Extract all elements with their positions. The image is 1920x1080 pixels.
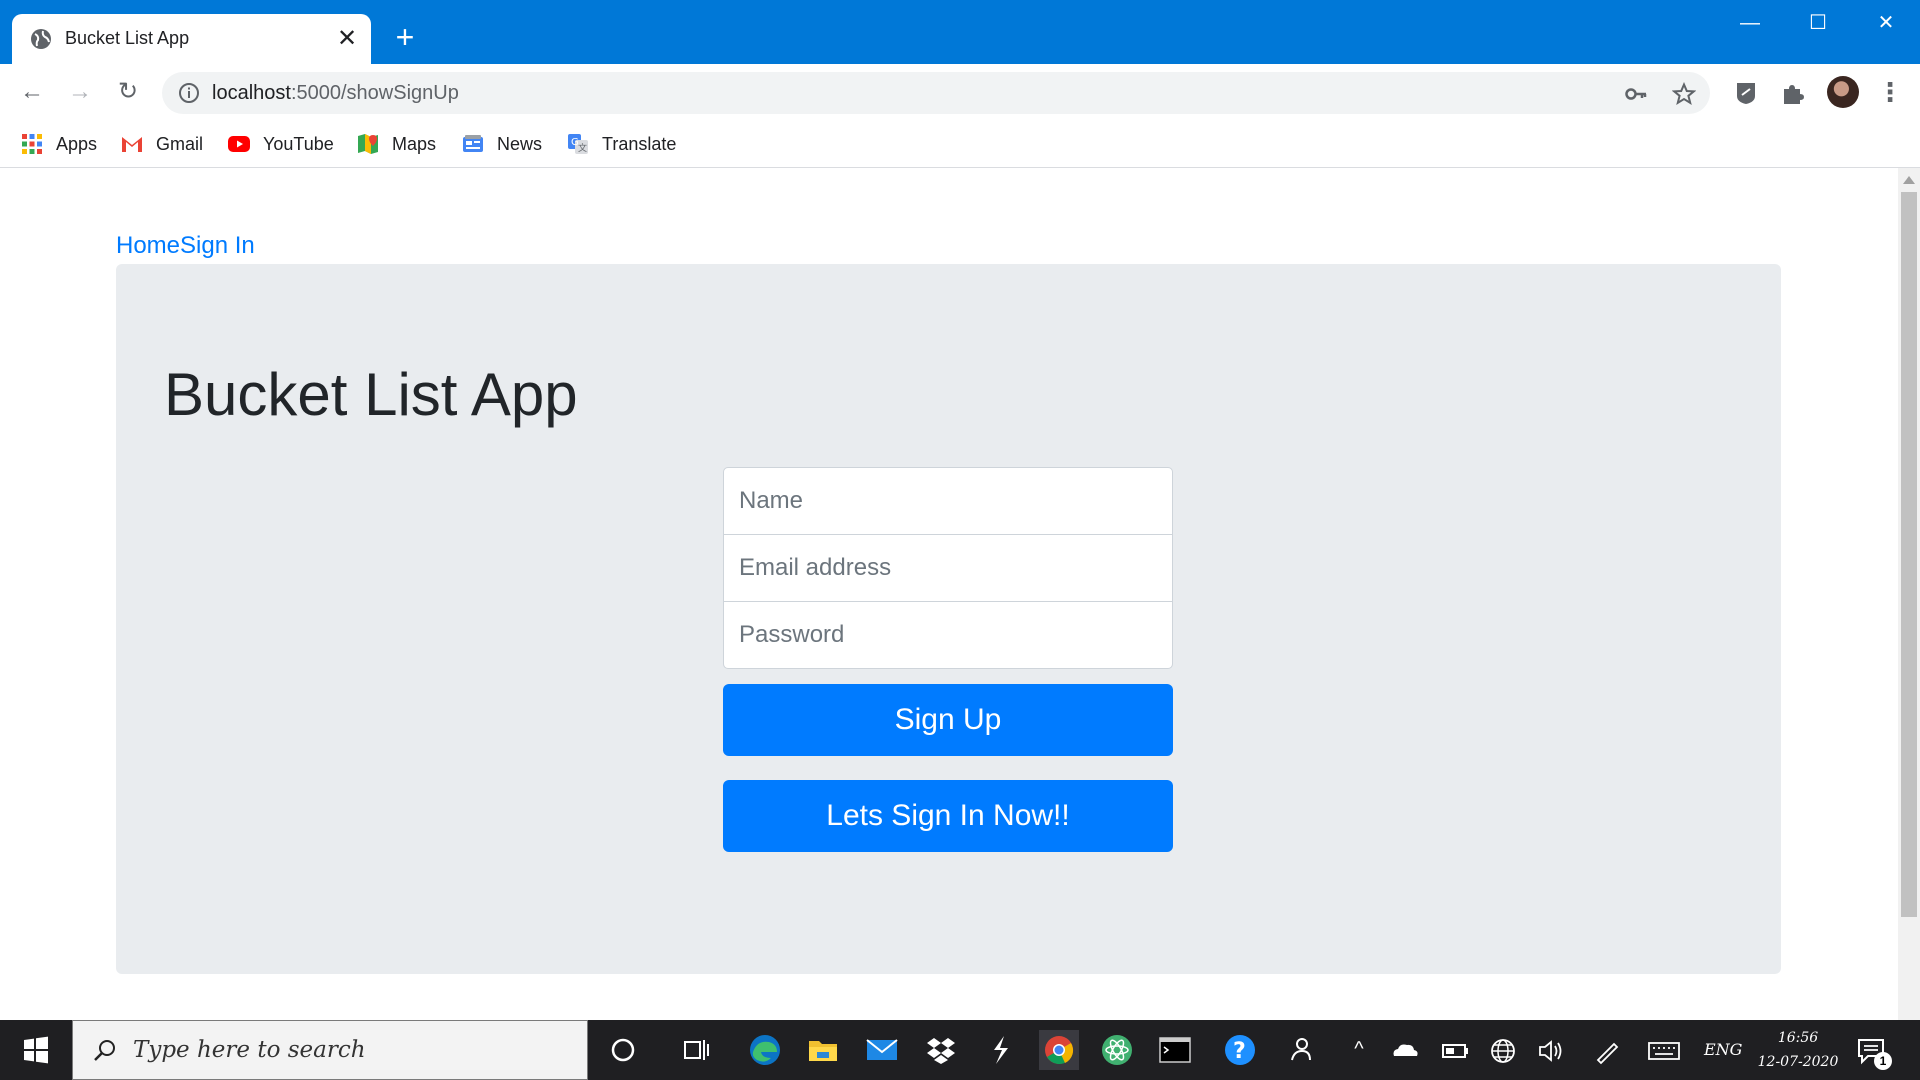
close-window-icon[interactable]: ✕ (1858, 6, 1914, 40)
bookmark-gmail[interactable]: Gmail (120, 130, 203, 158)
news-icon (463, 135, 483, 152)
scroll-up-icon[interactable] (1903, 176, 1915, 184)
system-clock[interactable]: 16:56 12-07-2020 (1754, 1026, 1842, 1074)
reload-icon[interactable]: ↻ (110, 74, 146, 110)
pen-icon[interactable] (1590, 1034, 1624, 1068)
clock-time: 16:56 (1777, 1030, 1819, 1046)
signup-button[interactable]: Sign Up (723, 684, 1173, 756)
profile-avatar[interactable] (1827, 76, 1859, 108)
new-tab-icon[interactable]: + (388, 20, 422, 54)
task-view-icon[interactable] (676, 1030, 716, 1070)
chrome-icon[interactable] (1039, 1030, 1079, 1070)
sublime-icon[interactable] (980, 1030, 1020, 1070)
signup-form: Sign Up Lets Sign In Now!! (723, 467, 1173, 852)
forward-icon[interactable]: → (62, 74, 98, 110)
network-globe-icon[interactable] (1486, 1034, 1520, 1068)
page-viewport: HomeSign In Bucket List App Sign Up Lets… (0, 168, 1898, 1020)
bookmark-apps[interactable]: Apps (20, 130, 97, 158)
tab-close-icon[interactable]: ✕ (333, 25, 361, 53)
bookmark-label: News (497, 133, 543, 154)
edge-icon[interactable] (745, 1030, 785, 1070)
dropbox-icon[interactable] (921, 1030, 961, 1070)
url-host: localhost (212, 82, 291, 104)
windows-taskbar: Type here to search ? ^ ENG 16:56 12-07-… (0, 1020, 1920, 1080)
tab-title: Bucket List App (65, 28, 190, 48)
youtube-icon (228, 136, 250, 152)
windows-start-icon[interactable] (0, 1020, 72, 1080)
help-icon[interactable]: ? (1220, 1030, 1260, 1070)
clock-date: 12-07-2020 (1757, 1054, 1839, 1070)
signin-now-button[interactable]: Lets Sign In Now!! (723, 780, 1173, 852)
onedrive-icon[interactable] (1388, 1034, 1422, 1068)
page-title: Bucket List App (164, 361, 578, 428)
menu-kebab-icon[interactable]: ⋮ (1872, 74, 1908, 110)
bookmark-label: Apps (56, 133, 98, 154)
star-icon[interactable] (1672, 82, 1696, 106)
bookmark-label: YouTube (263, 133, 334, 154)
volume-icon[interactable] (1534, 1034, 1568, 1068)
browser-titlebar: Bucket List App ✕ + — ☐ ✕ (0, 0, 1920, 64)
atom-icon[interactable] (1097, 1030, 1137, 1070)
extensions-puzzle-icon[interactable] (1780, 80, 1806, 106)
mail-icon[interactable] (862, 1030, 902, 1070)
terminal-icon[interactable] (1155, 1030, 1195, 1070)
maps-icon (358, 134, 378, 154)
nav-home-link[interactable]: Home (116, 232, 180, 259)
taskbar-search-placeholder: Type here to search (133, 1037, 366, 1063)
battery-icon[interactable] (1438, 1034, 1472, 1068)
taskbar-search[interactable]: Type here to search (72, 1020, 588, 1080)
language-indicator[interactable]: ENG (1704, 1040, 1742, 1059)
browser-tab[interactable]: Bucket List App ✕ (12, 14, 371, 64)
bookmark-label: Gmail (156, 133, 204, 154)
svg-text:?: ? (1233, 1039, 1246, 1064)
jumbotron: Bucket List App Sign Up Lets Sign In Now… (116, 264, 1781, 974)
search-icon (94, 1040, 115, 1061)
nav-signin-link[interactable]: Sign In (180, 232, 255, 259)
back-icon[interactable]: ← (14, 74, 50, 110)
keyboard-icon[interactable] (1646, 1034, 1682, 1068)
address-bar[interactable]: localhost:5000/showSignUp (162, 72, 1710, 114)
apps-grid-icon (22, 134, 42, 154)
file-explorer-icon[interactable] (803, 1030, 843, 1070)
url-path: :5000/showSignUp (290, 82, 459, 104)
info-icon[interactable] (178, 82, 200, 104)
name-input[interactable] (723, 467, 1173, 535)
password-input[interactable] (723, 601, 1173, 669)
bookmarks-bar: Apps Gmail YouTube Maps News G 文 Transla… (0, 120, 1920, 168)
email-input[interactable] (723, 534, 1173, 602)
cortana-icon[interactable] (603, 1030, 643, 1070)
maximize-icon[interactable]: ☐ (1790, 6, 1846, 40)
page-scrollbar[interactable] (1898, 168, 1920, 1020)
bookmark-news[interactable]: News (461, 130, 542, 158)
globe-icon (31, 29, 51, 49)
bookmark-maps[interactable]: Maps (356, 130, 436, 158)
bookmark-translate[interactable]: G 文 Translate (566, 130, 676, 158)
action-center-icon[interactable] (1856, 1036, 1886, 1066)
shield-extension-icon[interactable] (1733, 80, 1759, 106)
page-nav: HomeSign In (116, 232, 255, 260)
translate-icon: G 文 (568, 134, 588, 154)
key-icon[interactable] (1624, 82, 1648, 106)
browser-toolbar: ← → ↻ localhost:5000/showSignUp ⋮ (0, 64, 1920, 120)
url-text[interactable]: localhost:5000/showSignUp (212, 82, 459, 105)
bookmark-youtube[interactable]: YouTube (227, 130, 334, 158)
minimize-icon[interactable]: — (1722, 6, 1778, 40)
scrollbar-thumb[interactable] (1901, 192, 1917, 917)
bookmark-label: Translate (602, 133, 677, 154)
svg-text:文: 文 (578, 142, 587, 154)
people-icon[interactable] (1280, 1030, 1320, 1070)
gmail-icon (122, 137, 142, 152)
bookmark-label: Maps (392, 133, 437, 154)
show-hidden-icons-chevron-icon[interactable]: ^ (1346, 1038, 1372, 1064)
